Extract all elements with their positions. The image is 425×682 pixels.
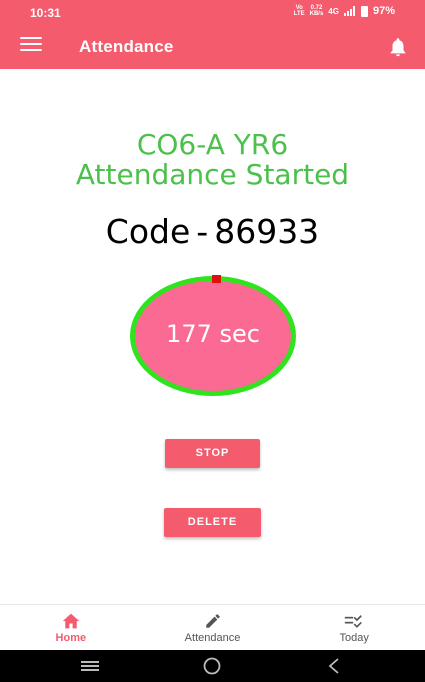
nav-item-attendance[interactable]: Attendance [142,605,284,650]
status-time: 10:31 [30,6,61,20]
nav-label-attendance: Attendance [184,632,241,644]
code-label: Code [105,212,191,251]
hamburger-menu-icon[interactable] [20,37,42,57]
signal-icon [343,6,355,16]
stop-button[interactable]: STOP [165,439,260,468]
battery-icon [360,5,368,17]
recent-apps-icon[interactable] [70,650,110,682]
bell-icon[interactable] [387,36,409,58]
network-speed: 0.72 KB/s [309,5,324,17]
code-separator: - [196,212,209,251]
attendance-code: Code -86933 [0,212,425,251]
nav-label-home: Home [55,632,87,644]
screen: 10:31 Vo LTE 0.72 KB/s 4G 97% Attendance… [0,0,425,682]
attendance-status: Attendance Started [75,158,350,191]
timer-text: 177 sec [166,320,260,348]
nav-item-home[interactable]: Home [0,605,142,650]
system-navigation-bar [0,650,425,682]
status-indicators: Vo LTE 0.72 KB/s 4G 97% [294,5,395,17]
battery-percent: 97% [372,5,395,17]
delete-button[interactable]: DELETE [164,508,261,537]
pencil-icon [205,614,220,628]
attendance-heading: CO6-A YR6 Attendance Started [0,130,425,190]
bottom-navigation: Home Attendance Today [0,604,425,650]
timer-progress-marker [212,275,221,283]
home-icon [62,613,80,629]
back-icon[interactable] [314,650,354,682]
app-title: Attendance [79,37,174,56]
network-type: 4G [328,6,339,16]
home-circle-icon[interactable] [192,650,232,682]
class-name: CO6-A YR6 [136,128,289,161]
volte-indicator: Vo LTE [293,5,305,17]
checklist-icon [345,615,363,628]
nav-item-today[interactable]: Today [283,605,425,650]
nav-label-today: Today [339,632,369,644]
status-bar: 10:31 Vo LTE 0.72 KB/s 4G 97% [0,0,425,25]
code-value: 86933 [214,212,320,251]
app-bar: Attendance [0,25,425,69]
